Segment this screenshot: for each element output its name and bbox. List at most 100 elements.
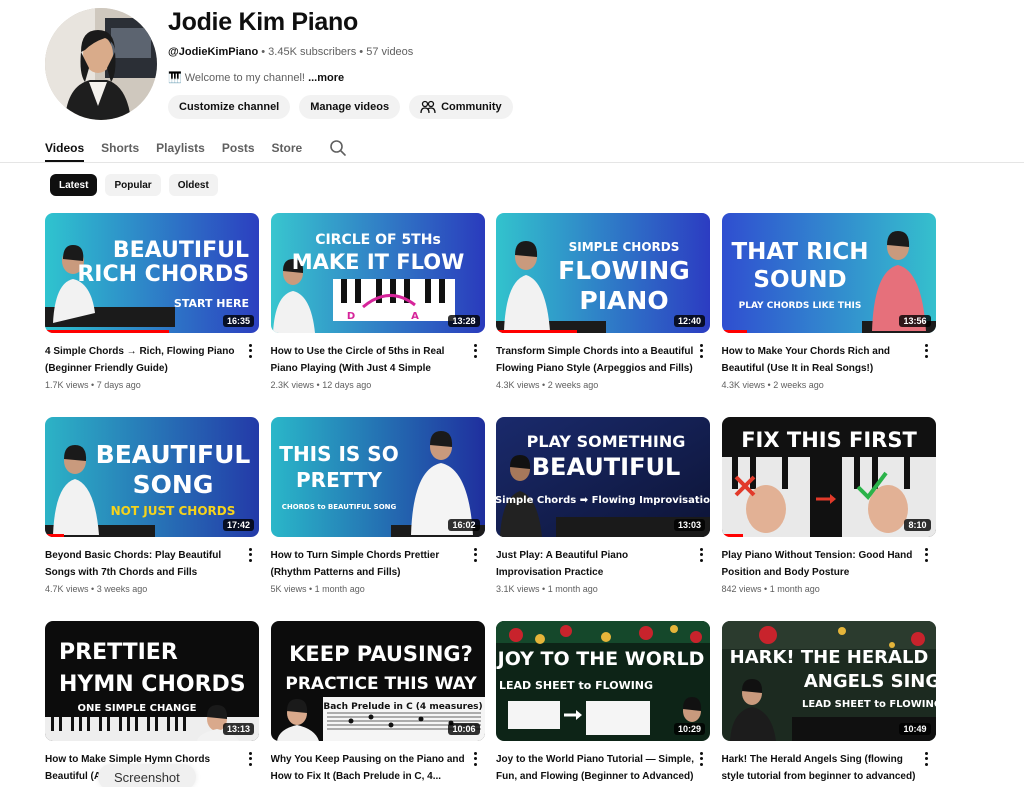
more-options-icon[interactable] (696, 751, 706, 767)
upload-age: 1 month ago (314, 584, 365, 594)
video-card: BEAUTIFUL SONG NOT JUST CHORDS 17:42 Bey… (45, 417, 259, 621)
video-duration: 13:56 (899, 315, 931, 327)
video-thumbnail[interactable]: PLAY SOMETHING BEAUTIFUL Simple Chords ➡… (496, 417, 710, 537)
video-duration: 16:35 (222, 315, 254, 327)
tab-videos[interactable]: Videos (45, 135, 85, 162)
video-title[interactable]: Hark! The Herald Angels Sing (flowing st… (722, 751, 922, 785)
thumb-line: MAKE IT FLOW (291, 250, 464, 274)
channel-avatar[interactable] (45, 8, 157, 120)
more-options-icon[interactable] (922, 343, 932, 359)
video-title[interactable]: 4 Simple Chords → Rich, Flowing Piano (B… (45, 343, 245, 377)
view-count: 4.3K views (496, 380, 540, 390)
people-icon (420, 100, 436, 114)
search-icon[interactable] (329, 139, 347, 157)
video-duration: 10:06 (448, 723, 480, 735)
channel-header: Jodie Kim Piano @JodieKimPiano • 3.45K s… (45, 8, 1005, 123)
chip-oldest[interactable]: Oldest (168, 174, 218, 196)
video-card: PRETTIER HYMN CHORDS ONE SIMPLE CHANGE 1… (45, 621, 259, 787)
thumb-line: PRACTICE THIS WAY (285, 674, 477, 694)
video-meta: 5K views • 1 month ago (270, 584, 365, 594)
video-card: FIX THIS FIRST 8:10 Play Piano Without T… (721, 417, 936, 621)
upload-age: 2 weeks ago (773, 380, 824, 390)
video-title[interactable]: Beyond Basic Chords: Play Beautiful Song… (45, 547, 245, 581)
video-title[interactable]: How to Make Your Chords Rich and Beautif… (722, 343, 922, 377)
thumb-sub: Simple Chords ➡ Flowing Improvisation (496, 495, 710, 506)
video-thumbnail[interactable]: THAT RICH SOUND PLAY CHORDS LIKE THIS 13… (721, 213, 936, 333)
tab-posts[interactable]: Posts (222, 135, 255, 161)
upload-age: 7 days ago (96, 380, 141, 390)
more-options-icon[interactable] (696, 547, 706, 563)
video-duration: 13:13 (222, 723, 254, 735)
view-count: 1.7K views (45, 380, 89, 390)
thumb-sub: NOT JUST CHORDS (111, 504, 236, 518)
tab-playlists[interactable]: Playlists (156, 135, 205, 161)
more-options-icon[interactable] (245, 343, 255, 359)
video-thumbnail[interactable]: SIMPLE CHORDS FLOWING PIANO 12:40 (496, 213, 710, 333)
more-options-icon[interactable] (245, 547, 255, 563)
view-count: 5K views (270, 584, 307, 594)
video-card: SIMPLE CHORDS FLOWING PIANO 12:40 Transf… (496, 213, 710, 417)
more-options-icon[interactable] (471, 343, 481, 359)
video-thumbnail[interactable]: D A CIRCLE OF 5THs MAKE IT FLOW 13:28 (270, 213, 485, 333)
video-title[interactable]: Just Play: A Beautiful Piano Improvisati… (496, 547, 696, 581)
video-title[interactable]: How to Use the Circle of 5ths in Real Pi… (271, 343, 471, 377)
screenshot-toast: Screenshot (98, 764, 196, 787)
customize-channel-button[interactable]: Customize channel (168, 95, 291, 119)
more-options-icon[interactable] (471, 751, 481, 767)
video-thumbnail[interactable]: HARK! THE HERALD ANGELS SING LEAD SHEET … (721, 621, 936, 741)
video-card: HARK! THE HERALD ANGELS SING LEAD SHEET … (721, 621, 936, 787)
watch-progress (721, 534, 743, 537)
video-thumbnail[interactable]: FIX THIS FIRST 8:10 (721, 417, 936, 537)
view-count: 3.1K views (496, 584, 540, 594)
chip-latest[interactable]: Latest (50, 174, 98, 196)
video-thumbnail[interactable]: KEEP PAUSING? PRACTICE THIS WAY Bach Pre… (270, 621, 485, 741)
upload-age: 12 days ago (322, 380, 372, 390)
video-title[interactable]: Transform Simple Chords into a Beautiful… (496, 343, 696, 377)
video-duration: 10:49 (899, 723, 931, 735)
more-options-icon[interactable] (922, 547, 932, 563)
thumb-line: PLAY SOMETHING (527, 432, 686, 451)
watch-progress (496, 330, 578, 333)
tab-store[interactable]: Store (272, 135, 303, 161)
thumb-line: BEAUTIFUL (532, 453, 681, 481)
upload-age: 1 month ago (547, 584, 598, 594)
chip-popular[interactable]: Popular (105, 174, 161, 196)
more-options-icon[interactable] (471, 547, 481, 563)
video-thumbnail[interactable]: PRETTIER HYMN CHORDS ONE SIMPLE CHANGE 1… (45, 621, 259, 741)
thumb-sub: LEAD SHEET to FLOWING (499, 679, 653, 692)
manage-videos-button[interactable]: Manage videos (299, 95, 401, 119)
video-thumbnail[interactable]: BEAUTIFUL SONG NOT JUST CHORDS 17:42 (45, 417, 259, 537)
video-duration: 13:28 (448, 315, 480, 327)
customize-label: Customize channel (179, 101, 280, 113)
more-options-icon[interactable] (245, 751, 255, 767)
video-card: BEAUTIFUL RICH CHORDS START HERE 16:35 4… (45, 213, 259, 417)
thumb-line: FIX THIS FIRST (741, 428, 917, 452)
upload-age: 3 weeks ago (96, 584, 148, 594)
video-title[interactable]: Joy to the World Piano Tutorial — Simple… (496, 751, 696, 785)
video-title[interactable]: Why You Keep Pausing on the Piano and Ho… (271, 751, 471, 785)
video-thumbnail[interactable]: THIS IS SO PRETTY CHORDS to BEAUTIFUL SO… (270, 417, 485, 537)
video-title[interactable]: How to Turn Simple Chords Prettier (Rhyt… (271, 547, 471, 581)
channel-handle[interactable]: @JodieKimPiano (168, 46, 258, 58)
video-thumbnail[interactable]: BEAUTIFUL RICH CHORDS START HERE 16:35 (45, 213, 259, 333)
description-text: 🎹 Welcome to my channel! (168, 72, 305, 84)
more-link[interactable]: ...more (308, 72, 344, 84)
video-duration: 17:42 (222, 519, 254, 531)
manage-label: Manage videos (310, 101, 390, 113)
video-meta: 1.7K views • 7 days ago (45, 380, 141, 390)
community-label: Community (441, 101, 502, 113)
more-options-icon[interactable] (922, 751, 932, 767)
thumb-line: PRETTY (296, 468, 382, 492)
video-card: KEEP PAUSING? PRACTICE THIS WAY Bach Pre… (270, 621, 485, 787)
thumb-line: PRETTIER (59, 640, 178, 665)
watch-progress (45, 534, 65, 537)
video-duration: 13:03 (673, 519, 705, 531)
upload-age: 2 weeks ago (547, 380, 599, 390)
channel-description[interactable]: 🎹 Welcome to my channel! ...more (168, 71, 513, 84)
thumb-line: FLOWING (558, 256, 690, 285)
video-thumbnail[interactable]: JOY TO THE WORLD LEAD SHEET to FLOWING 1… (496, 621, 710, 741)
video-title[interactable]: Play Piano Without Tension: Good Hand Po… (722, 547, 922, 581)
community-button[interactable]: Community (409, 95, 513, 119)
tab-shorts[interactable]: Shorts (101, 135, 139, 161)
more-options-icon[interactable] (696, 343, 706, 359)
